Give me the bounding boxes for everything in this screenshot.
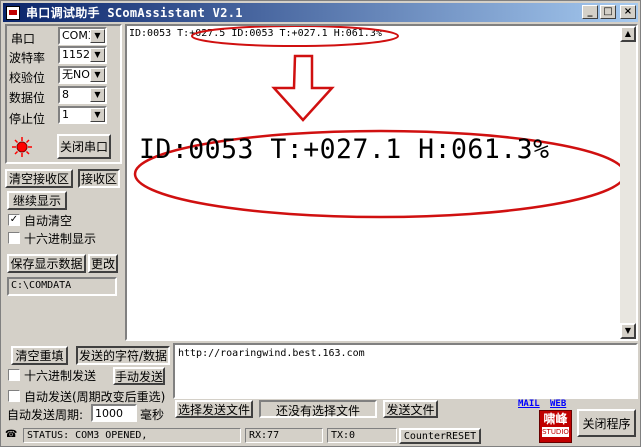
title-bar[interactable]: 串口调试助手 SComAssistant V2.1 _ □ ×: [3, 3, 638, 22]
web-link[interactable]: WEB: [550, 399, 566, 409]
receive-area-button[interactable]: 接收区: [78, 169, 120, 188]
hex-display-checkbox[interactable]: [8, 232, 20, 244]
baud-select[interactable]: 11520 ▼: [58, 46, 107, 64]
change-path-button[interactable]: 更改: [88, 254, 118, 273]
databits-value: 8: [62, 88, 69, 101]
receive-display[interactable]: ID:0053 T:+027.5 ID:0053 T:+027.1 H:061.…: [125, 24, 638, 341]
port-select[interactable]: COM3 ▼: [58, 27, 107, 45]
scroll-up-icon[interactable]: ▲: [620, 26, 636, 42]
period-label: 自动发送周期:: [7, 408, 84, 422]
status-text: STATUS: COM3 OPENED,: [23, 428, 241, 443]
send-input[interactable]: http://roaringwind.best.163.com: [173, 343, 638, 399]
baud-label: 波特率: [9, 51, 46, 65]
period-unit: 毫秒: [140, 408, 165, 422]
manual-send-button[interactable]: 手动发送: [113, 367, 165, 385]
chevron-down-icon[interactable]: ▼: [90, 48, 105, 62]
auto-send-label: 自动发送(周期改变后重选): [24, 390, 166, 404]
app-icon: [6, 5, 20, 20]
clear-resend-button[interactable]: 清空重填: [11, 346, 68, 365]
hex-display-label: 十六进制显示: [24, 232, 97, 246]
databits-select[interactable]: 8 ▼: [58, 86, 107, 104]
select-file-button[interactable]: 选择发送文件: [175, 400, 253, 418]
maximize-button[interactable]: □: [600, 5, 616, 19]
parity-label: 校验位: [9, 71, 46, 85]
clear-receive-button[interactable]: 清空接收区: [5, 169, 73, 188]
logo-line1: 啸峰: [543, 412, 568, 426]
chevron-down-icon[interactable]: ▼: [90, 108, 105, 122]
small-ellipse-annotation: [191, 26, 399, 47]
status-bar: ☎ STATUS: COM3 OPENED, RX:77 TX:0 Counte…: [3, 428, 638, 445]
period-input[interactable]: 1000: [91, 404, 137, 422]
send-file-button[interactable]: 发送文件: [383, 400, 438, 418]
phone-icon: ☎: [5, 429, 18, 440]
down-arrow-icon: [271, 54, 335, 122]
auto-send-checkbox[interactable]: [8, 390, 20, 402]
save-path-value: C:\COMDATA: [11, 280, 72, 291]
minimize-button[interactable]: _: [582, 5, 598, 19]
receive-vertical-scrollbar[interactable]: ▲ ▼: [620, 26, 636, 339]
counter-reset-button[interactable]: CounterRESET: [399, 428, 481, 444]
scroll-down-icon[interactable]: ▼: [620, 323, 636, 339]
close-port-button[interactable]: 关闭串口: [57, 134, 111, 159]
mail-link[interactable]: MAIL: [518, 399, 540, 409]
stopbits-label: 停止位: [9, 112, 46, 126]
parity-select[interactable]: 无NON ▼: [58, 66, 107, 84]
main-window: 串口调试助手 SComAssistant V2.1 _ □ × 串口 COM3 ▼…: [0, 0, 641, 447]
save-path-field: C:\COMDATA: [7, 277, 117, 296]
zoomed-reading: ID:0053 T:+027.1 H:061.3%: [139, 134, 550, 165]
stopbits-value: 1: [62, 108, 69, 121]
save-data-button[interactable]: 保存显示数据: [7, 254, 86, 273]
chevron-down-icon[interactable]: ▼: [90, 29, 105, 43]
window-title: 串口调试助手 SComAssistant V2.1: [26, 6, 243, 20]
rx-counter: RX:77: [245, 428, 323, 443]
close-button[interactable]: ×: [620, 5, 636, 19]
stopbits-select[interactable]: 1 ▼: [58, 106, 107, 124]
period-value: 1000: [95, 407, 123, 420]
hex-send-checkbox[interactable]: [8, 369, 20, 381]
chevron-down-icon[interactable]: ▼: [90, 68, 105, 82]
tx-counter: TX:0: [327, 428, 397, 443]
send-chars-button[interactable]: 发送的字符/数据: [76, 346, 170, 365]
selected-file-field: 还没有选择文件: [259, 400, 377, 418]
hex-send-label: 十六进制发送: [24, 369, 97, 383]
chevron-down-icon[interactable]: ▼: [90, 88, 105, 102]
auto-clear-checkbox[interactable]: ✓: [8, 214, 20, 226]
send-text: http://roaringwind.best.163.com: [178, 348, 365, 359]
port-status-indicator-icon: [12, 137, 32, 157]
no-file-text: 还没有选择文件: [275, 404, 360, 418]
annotation-overlay: [133, 26, 624, 219]
port-label: 串口: [11, 32, 36, 46]
auto-clear-label: 自动清空: [24, 214, 73, 228]
continue-display-button[interactable]: 继续显示: [7, 191, 67, 210]
databits-label: 数据位: [9, 91, 46, 105]
window-controls: _ □ ×: [582, 5, 636, 19]
